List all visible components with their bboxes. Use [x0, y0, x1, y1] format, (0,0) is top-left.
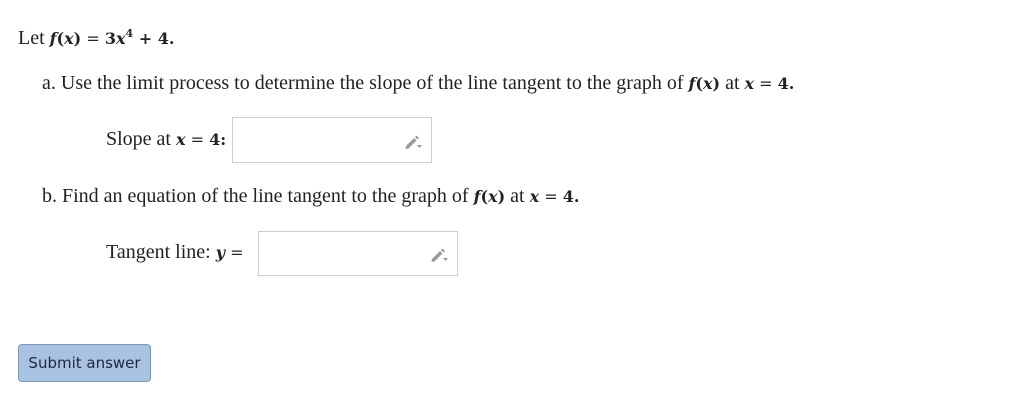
problem-statement: Let f(x) = 3x4 + 4.	[18, 22, 174, 51]
slope-input[interactable]	[233, 118, 431, 162]
part-a-prompt: a. Use the limit process to determine th…	[42, 72, 795, 94]
submit-answer-button[interactable]: Submit answer	[18, 344, 151, 382]
function-expression: f(x) = 3x4 + 4.	[49, 27, 175, 48]
function-reference: f(x)	[473, 187, 506, 206]
tangent-answer-box[interactable]	[258, 231, 458, 276]
slope-field-label: Slope at x = 4:	[106, 128, 227, 150]
pencil-icon[interactable]	[403, 134, 423, 150]
point-expression: x = 4.	[744, 74, 795, 93]
pencil-icon[interactable]	[429, 247, 449, 263]
slope-answer-box[interactable]	[232, 117, 432, 163]
part-b-prompt: b. Find an equation of the line tangent …	[42, 185, 580, 207]
point-expression: x = 4.	[529, 187, 580, 206]
tangent-input[interactable]	[259, 232, 457, 275]
intro-prefix: Let	[18, 27, 50, 49]
tangent-field-label: Tangent line: y =	[106, 241, 244, 263]
function-reference: f(x)	[688, 74, 721, 93]
